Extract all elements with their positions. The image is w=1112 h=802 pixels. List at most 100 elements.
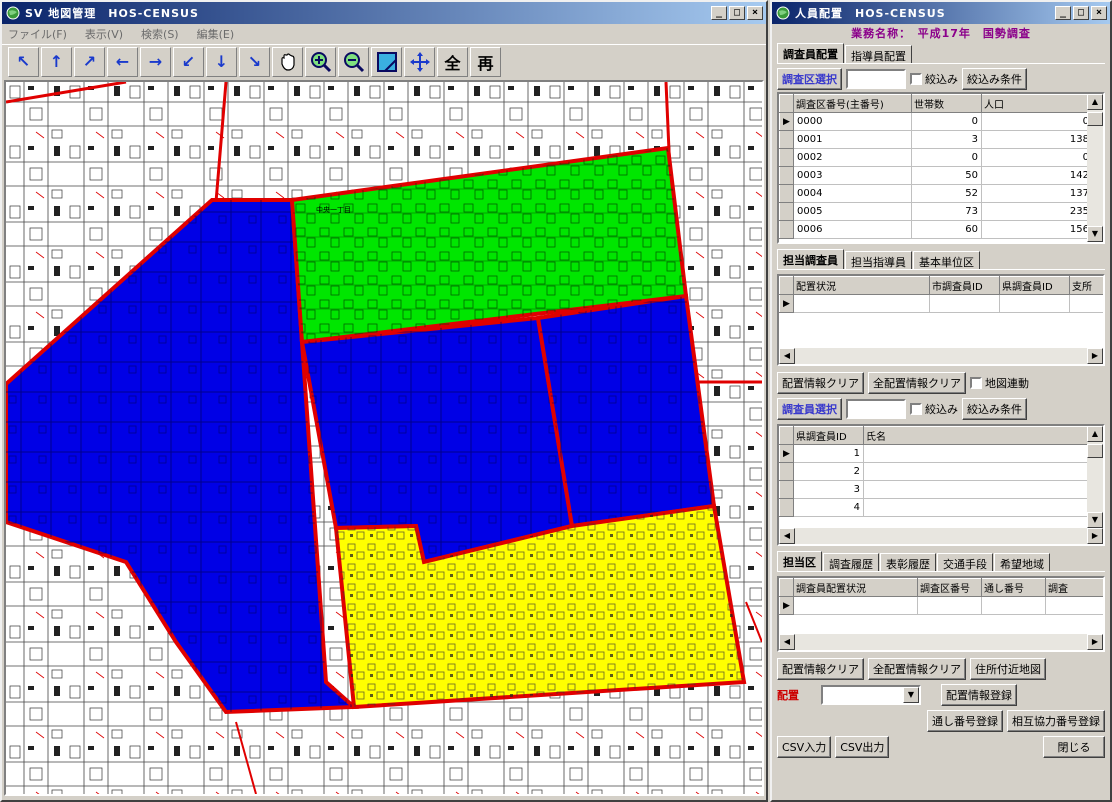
table-row[interactable]: 0006 60 156 xyxy=(779,220,1093,239)
assignment-table[interactable]: 配置状況 市調査員ID 県調査員ID 支所 ▶ ◀ ▶ xyxy=(777,274,1105,366)
col-serial-number[interactable]: 通し番号 xyxy=(981,578,1046,597)
table-row[interactable]: ▶ 0000 0 0 xyxy=(779,112,1093,131)
hand-tool-button[interactable] xyxy=(272,46,303,77)
clear-all-assignment-button-bottom[interactable]: 全配置情報クリア xyxy=(868,658,966,680)
menu-search[interactable]: 検索(S) xyxy=(141,26,179,42)
scroll-left-icon[interactable]: ◀ xyxy=(779,348,795,364)
table-row[interactable]: ▶ 1 xyxy=(779,444,1093,463)
clear-assignment-button-bottom[interactable]: 配置情報クリア xyxy=(777,658,864,680)
tab-preferred-area[interactable]: 希望地域 xyxy=(994,553,1050,571)
district-table[interactable]: 調査区番号(主番号) 世帯数 人口 ▶ 0000 0 0 0001 3 138 0002 0… xyxy=(777,92,1105,244)
menu-file[interactable]: ファイル(F) xyxy=(8,26,67,42)
show-all-button[interactable]: 全 xyxy=(437,46,468,77)
col-district-number[interactable]: 調査区番号 xyxy=(917,578,982,597)
pan-south-button[interactable]: ↓ xyxy=(206,46,237,77)
scroll-down-icon[interactable]: ▼ xyxy=(1087,512,1103,528)
assigned-table-hscroll[interactable]: ◀ ▶ xyxy=(779,634,1103,650)
register-assignment-button[interactable]: 配置情報登録 xyxy=(941,684,1017,706)
col-households[interactable]: 世帯数 xyxy=(911,94,982,113)
assigned-district-table[interactable]: 調査員配置状況 調査区番号 通し番号 調査 ▶ ◀ ▶ xyxy=(777,576,1105,652)
assignment-table-hscroll[interactable]: ◀ ▶ xyxy=(779,348,1103,364)
assign-select[interactable]: ▼ xyxy=(821,685,921,705)
col-survey[interactable]: 調査 xyxy=(1045,578,1103,597)
tab-assigned-district[interactable]: 担当区 xyxy=(777,551,822,571)
maximize-button[interactable]: □ xyxy=(729,6,745,20)
scroll-left-icon[interactable]: ◀ xyxy=(779,634,795,650)
surveyor-select-button[interactable]: 調査員選択 xyxy=(777,398,842,420)
tab-transport[interactable]: 交通手段 xyxy=(937,553,993,571)
clear-all-assignment-button[interactable]: 全配置情報クリア xyxy=(868,372,966,394)
district-filter-conditions-button[interactable]: 絞込み条件 xyxy=(962,68,1027,90)
nearby-address-map-button[interactable]: 住所付近地図 xyxy=(970,658,1046,680)
zoom-in-button[interactable] xyxy=(305,46,336,77)
clear-assignment-button[interactable]: 配置情報クリア xyxy=(777,372,864,394)
survey-window-titlebar[interactable]: 人員配置 HOS-CENSUS _ □ × xyxy=(772,2,1110,24)
maximize-button[interactable]: □ xyxy=(1073,6,1089,20)
surveyor-select-input[interactable] xyxy=(846,399,906,419)
csv-output-button[interactable]: CSV出力 xyxy=(835,736,890,758)
table-row[interactable]: 0003 50 142 xyxy=(779,166,1093,185)
menu-view[interactable]: 表示(V) xyxy=(85,26,123,42)
close-button[interactable]: × xyxy=(1091,6,1107,20)
pan-southeast-button[interactable]: ↘ xyxy=(239,46,270,77)
csv-input-button[interactable]: CSV入力 xyxy=(777,736,832,758)
tab-assigned-surveyors[interactable]: 担当調査員 xyxy=(777,249,844,269)
scroll-thumb[interactable] xyxy=(1087,112,1103,126)
tab-assigned-instructors[interactable]: 担当指導員 xyxy=(845,251,912,269)
pan-west-button[interactable]: ← xyxy=(107,46,138,77)
district-filter-checkbox[interactable]: 絞込み xyxy=(910,71,958,87)
pan-east-button[interactable]: → xyxy=(140,46,171,77)
minimize-button[interactable]: _ xyxy=(1055,6,1071,20)
col-city-surveyor-id[interactable]: 市調査員ID xyxy=(929,276,1000,295)
table-row[interactable]: 2 xyxy=(779,462,1093,481)
col-assign-status[interactable]: 配置状況 xyxy=(793,276,930,295)
surveyor-table[interactable]: 県調査員ID 氏名 ▶ 1 2 3 4 ▲ ▼ ◀ ▶ xyxy=(777,424,1105,546)
scroll-right-icon[interactable]: ▶ xyxy=(1087,634,1103,650)
scroll-left-icon[interactable]: ◀ xyxy=(779,528,795,544)
col-pref-surveyor-id[interactable]: 県調査員ID xyxy=(999,276,1070,295)
redraw-button[interactable]: 再 xyxy=(470,46,501,77)
close-button[interactable]: × xyxy=(747,6,763,20)
pan-southwest-button[interactable]: ↙ xyxy=(173,46,204,77)
table-row[interactable]: 0001 3 138 xyxy=(779,130,1093,149)
district-select-button[interactable]: 調査区選択 xyxy=(777,68,842,90)
scroll-thumb[interactable] xyxy=(1087,444,1103,458)
tab-award-history[interactable]: 表彰履歴 xyxy=(880,553,936,571)
col-district-number[interactable]: 調査区番号(主番号) xyxy=(793,94,912,113)
pan-north-button[interactable]: ↑ xyxy=(41,46,72,77)
district-select-input[interactable] xyxy=(846,69,906,89)
minimize-button[interactable]: _ xyxy=(711,6,727,20)
col-pref-surveyor-id[interactable]: 県調査員ID xyxy=(793,426,864,445)
surveyor-table-scrollbar[interactable]: ▲ ▼ xyxy=(1087,426,1103,528)
tab-surveyor-assignment[interactable]: 調査員配置 xyxy=(777,43,844,63)
table-row[interactable]: 3 xyxy=(779,480,1093,499)
tab-basic-unit-district[interactable]: 基本単位区 xyxy=(913,251,980,269)
close-window-button[interactable]: 閉じる xyxy=(1043,736,1105,758)
scroll-right-icon[interactable]: ▶ xyxy=(1087,528,1103,544)
surveyor-table-hscroll[interactable]: ◀ ▶ xyxy=(779,528,1103,544)
tab-instructor-assignment[interactable]: 指導員配置 xyxy=(845,45,912,63)
scroll-right-icon[interactable]: ▶ xyxy=(1087,348,1103,364)
pan-northeast-button[interactable]: ↗ xyxy=(74,46,105,77)
zoom-area-button[interactable] xyxy=(371,46,402,77)
surveyor-filter-conditions-button[interactable]: 絞込み条件 xyxy=(962,398,1027,420)
table-row[interactable]: 0004 52 137 xyxy=(779,184,1093,203)
map-window-titlebar[interactable]: SV 地図管理 HOS-CENSUS _ □ × xyxy=(2,2,766,24)
col-name[interactable]: 氏名 xyxy=(863,426,1093,445)
col-branch[interactable]: 支所 xyxy=(1069,276,1103,295)
mutual-cooperation-register-button[interactable]: 相互協力番号登録 xyxy=(1007,710,1105,732)
table-row[interactable]: 4 xyxy=(779,498,1093,517)
surveyor-filter-checkbox[interactable]: 絞込み xyxy=(910,401,958,417)
tab-survey-history[interactable]: 調査履歴 xyxy=(823,553,879,571)
map-link-checkbox[interactable]: 地図連動 xyxy=(970,375,1029,391)
zoom-out-button[interactable] xyxy=(338,46,369,77)
scroll-up-icon[interactable]: ▲ xyxy=(1087,426,1103,442)
pan-northwest-button[interactable]: ↖ xyxy=(8,46,39,77)
chevron-down-icon[interactable]: ▼ xyxy=(903,687,919,703)
map-canvas[interactable]: 中央一丁目 xyxy=(4,80,764,796)
menu-edit[interactable]: 編集(E) xyxy=(197,26,235,42)
col-population[interactable]: 人口 xyxy=(981,94,1093,113)
scroll-up-icon[interactable]: ▲ xyxy=(1087,94,1103,110)
table-row[interactable]: 0002 0 0 xyxy=(779,148,1093,167)
scroll-down-icon[interactable]: ▼ xyxy=(1087,226,1103,242)
